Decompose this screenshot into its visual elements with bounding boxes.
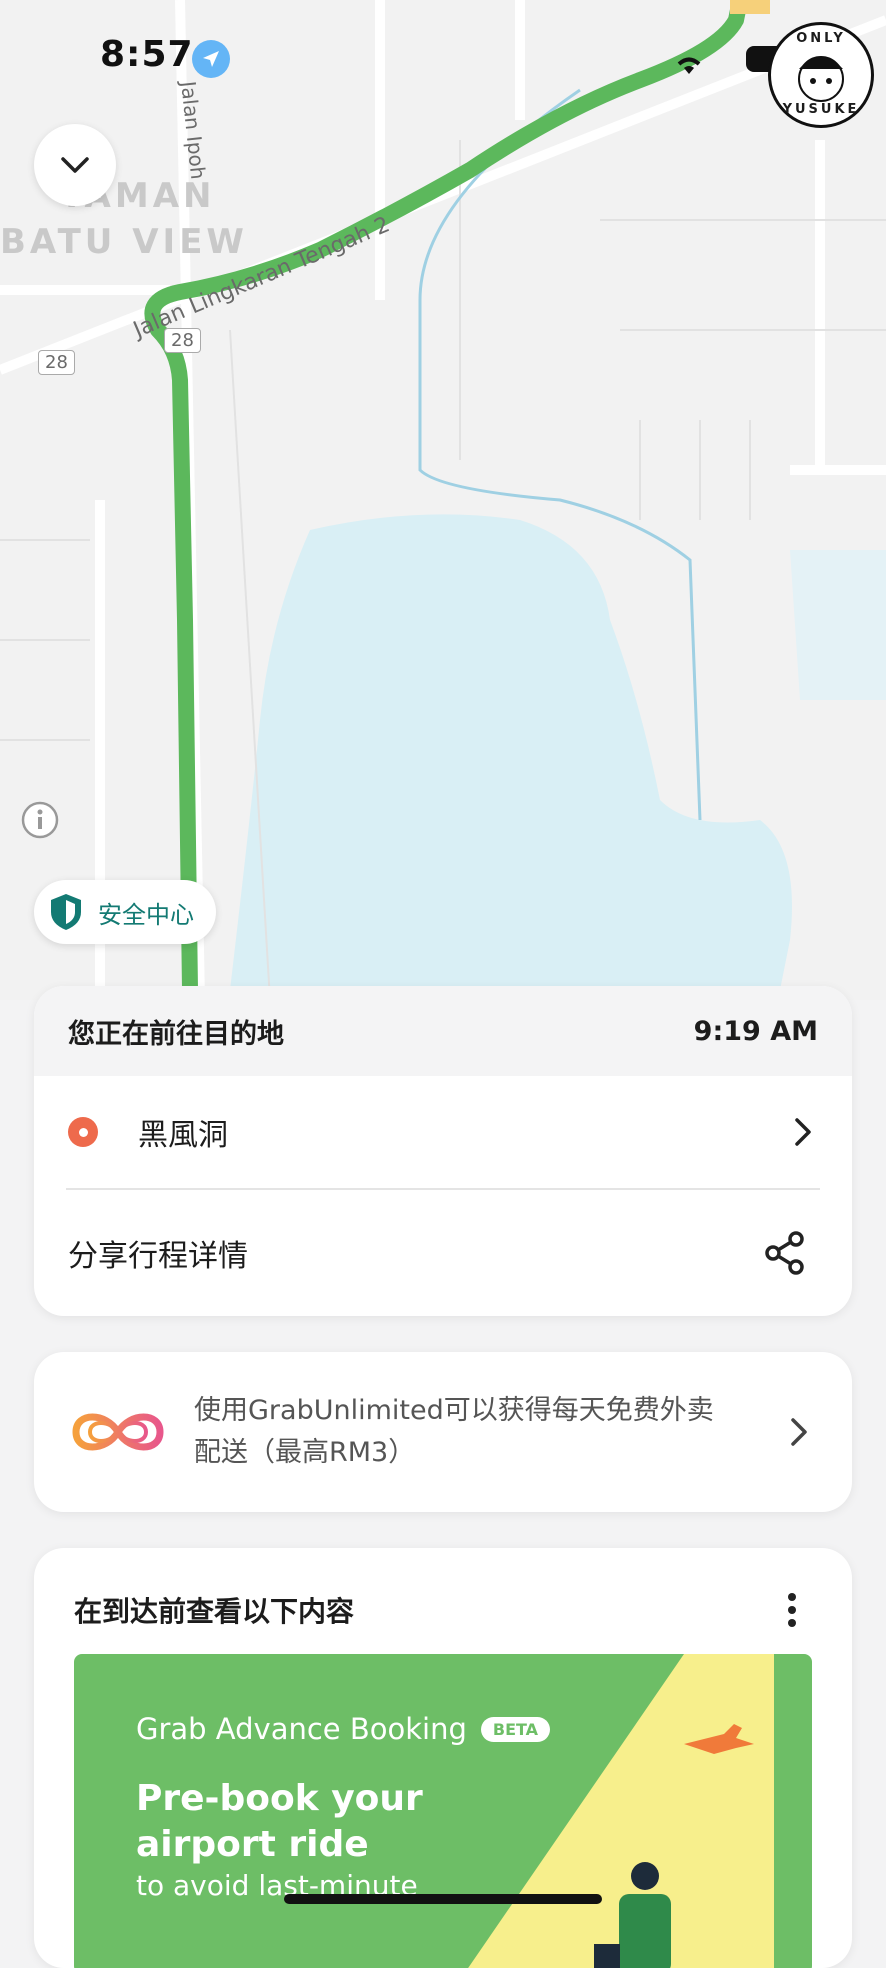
shield-icon [51, 894, 81, 930]
banner-headline: Pre-book your airport ride [136, 1778, 423, 1865]
share-trip-label: 分享行程详情 [68, 1239, 248, 1274]
check-before-arrival-card: 在到达前查看以下内容 Grab Advance Booking BETA Pre… [34, 1548, 852, 1968]
banner-brand: Grab Advance Booking BETA [136, 1712, 551, 1746]
more-options-icon[interactable] [786, 1592, 798, 1628]
watermark-bottom-text: YUSUKE [782, 102, 860, 117]
watermark-avatar: ONLY YUSUKE [768, 22, 874, 128]
share-icon[interactable] [764, 1231, 806, 1275]
section-title: 在到达前查看以下内容 [74, 1595, 355, 1628]
chevron-down-icon [61, 157, 89, 173]
safety-center-button[interactable]: 安全中心 [34, 880, 216, 944]
promo-text: 使用GrabUnlimited可以获得每天免费外卖配送（最高RM3） [194, 1395, 714, 1468]
share-trip-row[interactable]: 分享行程详情 [34, 1190, 852, 1316]
home-indicator[interactable] [284, 1894, 602, 1904]
trip-status: 您正在前往目的地 [68, 1018, 284, 1050]
beta-badge: BETA [480, 1716, 551, 1742]
collapse-button[interactable] [34, 124, 116, 206]
advance-booking-banner[interactable]: Grab Advance Booking BETA Pre-book your … [74, 1654, 812, 1968]
status-time: 8:57 [100, 34, 194, 75]
infinity-logo-icon [72, 1413, 164, 1451]
trip-eta: 9:19 AM [693, 1015, 818, 1047]
destination-row[interactable]: 黑風洞 [34, 1076, 852, 1188]
location-arrow-icon [192, 40, 230, 78]
map-canvas [0, 0, 886, 1000]
wifi-icon [677, 57, 701, 74]
banner-brand-name: Grab Advance Booking [136, 1712, 467, 1746]
chevron-right-icon [791, 1418, 807, 1446]
trip-card: 您正在前往目的地 9:19 AM 黑風洞 分享行程详情 [34, 986, 852, 1316]
trip-header: 您正在前往目的地 9:19 AM [34, 986, 852, 1076]
chevron-right-icon [795, 1118, 811, 1146]
area-label: BATU VIEW [0, 222, 248, 262]
route-badge: 28 [164, 328, 201, 353]
info-icon[interactable] [20, 800, 60, 840]
destination-pin-icon [68, 1117, 98, 1147]
map-view[interactable]: TAMAN BATU VIEW Jalan Lingkaran Tengah 2… [0, 0, 886, 1000]
safety-center-label: 安全中心 [98, 900, 194, 929]
grab-unlimited-promo[interactable]: 使用GrabUnlimited可以获得每天免费外卖配送（最高RM3） [34, 1352, 852, 1512]
destination-name: 黑風洞 [138, 1118, 228, 1153]
route-badge: 28 [38, 350, 75, 375]
